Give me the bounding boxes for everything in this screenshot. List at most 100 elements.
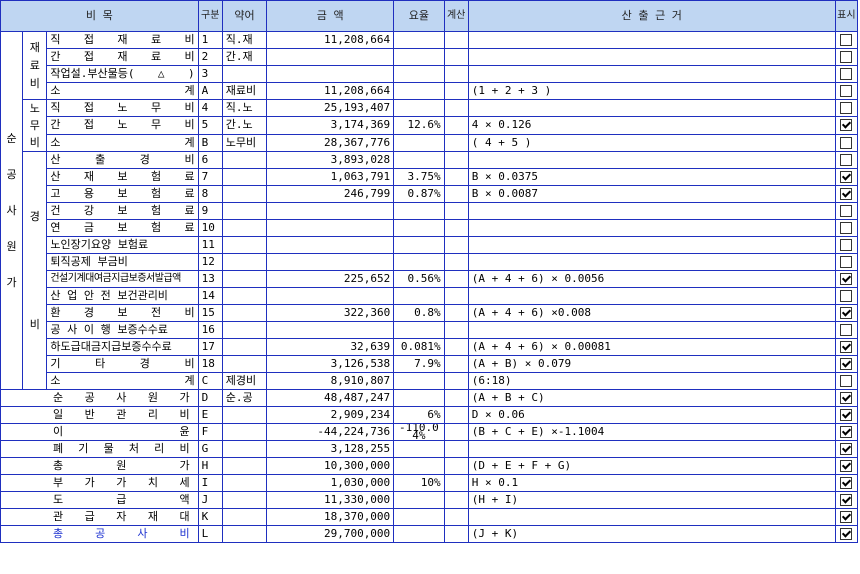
show-checkbox[interactable] — [840, 222, 853, 234]
table-row[interactable]: 연 금 보 험 료 10 — [1, 219, 859, 237]
table-row[interactable]: 소 계 C 제경비 8,910,807 (6:18) — [1, 372, 859, 390]
table-row[interactable]: 건설기계대여금지급보증서발급액 13 225,652 0.56% (A + 4 + 6)… — [1, 270, 859, 288]
row-calc[interactable] — [443, 457, 469, 475]
row-calc[interactable] — [443, 185, 469, 203]
row-show-cell[interactable] — [834, 185, 859, 203]
row-show-cell[interactable] — [834, 457, 859, 475]
row-show-cell[interactable] — [834, 508, 859, 526]
row-calc[interactable] — [443, 287, 469, 305]
table-row[interactable]: 산 업 안 전 보건관리비 14 — [1, 287, 859, 305]
row-calc[interactable] — [443, 202, 469, 220]
show-checkbox[interactable] — [840, 307, 853, 319]
row-calc[interactable] — [443, 474, 469, 492]
show-checkbox[interactable] — [840, 273, 853, 285]
row-show-cell[interactable] — [834, 270, 859, 288]
table-row[interactable]: 관 급 자 재 대 K 18,370,000 — [0, 508, 859, 526]
show-checkbox[interactable] — [840, 460, 853, 472]
table-row[interactable]: 폐 기 물 처 리 비 G 3,128,255 — [0, 440, 859, 458]
row-show-cell[interactable] — [834, 440, 859, 458]
show-checkbox[interactable] — [840, 34, 853, 46]
table-row[interactable]: 순 공 사 원 가재 료 비직 접 재 료 비 1 직.재 11,208,664 — [0, 31, 859, 390]
show-checkbox[interactable] — [840, 85, 853, 97]
row-calc[interactable] — [443, 219, 469, 237]
table-row[interactable]: 기 타 경 비 18 3,126,538 7.9% (A + B) × 0.079 — [1, 355, 859, 373]
table-row[interactable]: 이 윤 F -44,224,736 -110.04% (B + C + E) ×-1.1… — [0, 423, 859, 441]
show-checkbox[interactable] — [840, 443, 853, 455]
show-checkbox[interactable] — [840, 136, 853, 149]
table-row[interactable]: 환 경 보 전 비 15 322,360 0.8% (A + 4 + 6) ×0.008 — [1, 304, 859, 322]
row-calc[interactable] — [443, 491, 469, 509]
table-row[interactable]: 작업설.부산물등(△) 3 — [1, 65, 859, 83]
row-calc[interactable] — [443, 168, 469, 186]
show-checkbox[interactable] — [840, 290, 853, 302]
table-row[interactable]: 경 비산 출 경 비 6 3,893,028 — [1, 151, 859, 390]
table-row[interactable]: 총 원 가 H 10,300,000 (D + E + F + G) — [0, 457, 859, 475]
show-checkbox[interactable] — [840, 171, 853, 183]
table-row[interactable]: 순 공 사 원 가 D 순.공 48,487,247 (A + B + C) — [0, 389, 859, 407]
row-show-cell[interactable] — [834, 236, 859, 254]
show-checkbox[interactable] — [840, 188, 853, 200]
show-checkbox[interactable] — [840, 477, 853, 489]
row-show-cell[interactable] — [834, 338, 859, 356]
table-row[interactable]: 노 무 비직 접 노 무 비 4 직.노 25,193,407 — [1, 98, 859, 152]
table-row[interactable]: 일 반 관 리 비 E 2,909,234 6% D × 0.06 — [0, 406, 859, 424]
table-row[interactable]: 소 계 A 재료비 11,208,664 (1 + 2 + 3 ) — [1, 82, 859, 100]
table-row[interactable]: 고 용 보 험 료 8 246,799 0.87% B × 0.0087 — [1, 185, 859, 203]
row-show-cell[interactable] — [834, 525, 859, 543]
row-calc[interactable] — [443, 525, 469, 543]
row-show-cell[interactable] — [834, 98, 859, 118]
show-checkbox[interactable] — [840, 256, 853, 268]
show-checkbox[interactable] — [840, 392, 853, 404]
table-row[interactable]: 간 접 노 무 비 5 간.노 3,174,369 12.6% 4 × 0.126 — [1, 116, 859, 135]
show-checkbox[interactable] — [840, 511, 853, 523]
row-calc[interactable] — [443, 372, 469, 390]
row-calc[interactable] — [443, 406, 469, 424]
show-checkbox[interactable] — [840, 528, 853, 540]
row-calc[interactable] — [443, 440, 469, 458]
row-show-cell[interactable] — [834, 406, 859, 424]
row-calc[interactable] — [443, 304, 469, 322]
row-show-cell[interactable] — [834, 321, 859, 339]
row-calc[interactable] — [443, 321, 469, 339]
row-show-cell[interactable] — [834, 423, 859, 441]
row-show-cell[interactable] — [834, 474, 859, 492]
row-calc[interactable] — [443, 389, 469, 407]
row-calc[interactable] — [443, 423, 469, 441]
show-checkbox[interactable] — [840, 68, 853, 80]
show-checkbox[interactable] — [840, 358, 853, 370]
table-row[interactable]: 산 재 보 험 료 7 1,063,791 3.75% B × 0.0375 — [1, 168, 859, 186]
row-calc[interactable] — [443, 355, 469, 373]
row-calc[interactable] — [443, 133, 469, 153]
row-show-cell[interactable] — [834, 65, 859, 83]
table-row[interactable]: 하도급대금지급보증수수료 17 32,639 0.081% (A + 4 + 6) × … — [1, 338, 859, 356]
row-calc[interactable] — [443, 253, 469, 271]
row-calc[interactable] — [443, 31, 469, 49]
show-checkbox[interactable] — [840, 154, 853, 166]
table-row[interactable]: 총 공 사 비 L 29,700,000 (J + K) — [0, 525, 859, 543]
show-checkbox[interactable] — [840, 119, 853, 132]
row-show-cell[interactable] — [834, 133, 859, 153]
row-calc[interactable] — [443, 338, 469, 356]
table-row[interactable]: 부 가 가 치 세 I 1,030,000 10% H × 0.1 — [0, 474, 859, 492]
row-calc[interactable] — [443, 151, 469, 169]
row-calc[interactable] — [443, 82, 469, 100]
row-show-cell[interactable] — [834, 151, 859, 169]
row-calc[interactable] — [443, 236, 469, 254]
row-show-cell[interactable] — [834, 82, 859, 100]
show-checkbox[interactable] — [840, 426, 853, 438]
table-row[interactable]: 퇴직공제 부금비 12 — [1, 253, 859, 271]
show-checkbox[interactable] — [840, 205, 853, 217]
show-checkbox[interactable] — [840, 239, 853, 251]
show-checkbox[interactable] — [840, 409, 853, 421]
row-show-cell[interactable] — [834, 372, 859, 390]
show-checkbox[interactable] — [840, 324, 853, 336]
show-checkbox[interactable] — [840, 375, 853, 387]
row-show-cell[interactable] — [834, 491, 859, 509]
row-calc[interactable] — [443, 508, 469, 526]
row-calc[interactable] — [443, 270, 469, 288]
table-row[interactable]: 공 사 이 행 보증수수료 16 — [1, 321, 859, 339]
table-row[interactable]: 도 급 액 J 11,330,000 (H + I) — [0, 491, 859, 509]
row-show-cell[interactable] — [834, 287, 859, 305]
show-checkbox[interactable] — [840, 102, 853, 115]
row-show-cell[interactable] — [834, 116, 859, 135]
